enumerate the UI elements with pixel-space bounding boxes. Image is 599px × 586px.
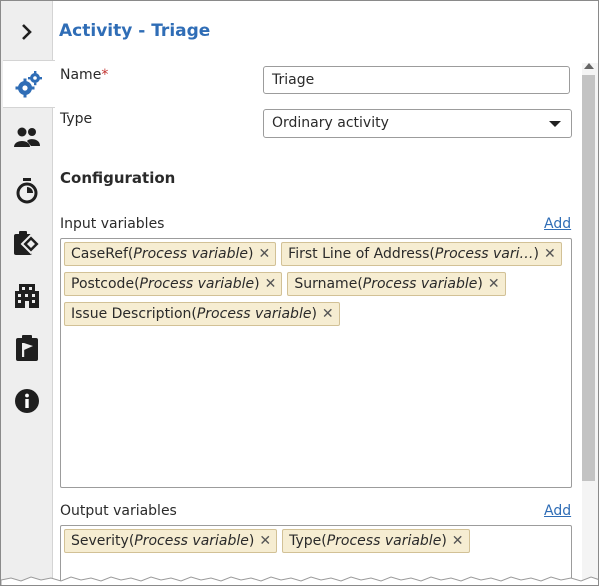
configuration-heading: Configuration <box>60 169 176 187</box>
variable-name: Issue Description <box>71 306 192 322</box>
torn-edge <box>1 576 598 585</box>
name-label: Name* <box>60 67 109 83</box>
input-variables-label: Input variables <box>60 216 165 232</box>
activity-panel: Activity - Triage Name* Triage Type Ordi… <box>0 0 599 586</box>
variable-kind: Process variable <box>196 306 312 322</box>
variable-chip[interactable]: Surname (Process variable) ✕ <box>287 272 506 296</box>
input-variable-chips: CaseRef (Process variable) ✕ First Line of… <box>64 242 571 332</box>
input-variables-box[interactable]: CaseRef (Process variable) ✕ First Line of… <box>60 238 572 488</box>
tab-milestones[interactable] <box>1 325 52 371</box>
variable-chip[interactable]: Severity (Process variable) ✕ <box>64 529 278 553</box>
building-icon <box>14 283 39 309</box>
people-icon <box>13 126 40 148</box>
remove-chip-icon[interactable]: ✕ <box>544 246 556 262</box>
variable-name: CaseRef <box>71 246 128 262</box>
variable-name: First Line of Address <box>288 246 430 262</box>
variable-chip[interactable]: First Line of Address (Process vari… ) ✕ <box>281 242 562 266</box>
variable-kind: Process variable <box>133 246 248 262</box>
variable-chip[interactable]: Issue Description (Process variable) ✕ <box>64 302 340 326</box>
caret-down-icon <box>549 121 561 127</box>
clipboard-diamond-icon <box>13 229 41 257</box>
remove-chip-icon[interactable]: ✕ <box>258 246 270 262</box>
tab-participants[interactable] <box>1 114 52 160</box>
name-input[interactable]: Triage <box>263 66 570 94</box>
variable-name: Surname <box>294 276 358 292</box>
properties-panel: Activity - Triage Name* Triage Type Ordi… <box>53 1 598 585</box>
variable-chip[interactable]: Postcode (Process variable) ✕ <box>64 272 283 296</box>
tab-forms[interactable] <box>1 220 52 266</box>
remove-chip-icon[interactable]: ✕ <box>452 533 464 549</box>
tab-general-properties[interactable] <box>3 60 55 108</box>
variable-name: Severity <box>71 533 129 549</box>
variable-kind: Process variable <box>326 533 442 549</box>
remove-chip-icon[interactable]: ✕ <box>265 276 277 292</box>
expand-button[interactable] <box>1 9 52 55</box>
variable-name: Postcode <box>71 276 135 292</box>
stopwatch-icon <box>15 178 39 204</box>
tab-information[interactable] <box>1 378 52 424</box>
tab-timer[interactable] <box>1 168 52 214</box>
tab-organization[interactable] <box>1 273 52 319</box>
add-output-variable-link[interactable]: Add <box>544 503 571 519</box>
variable-kind: Process variable <box>139 276 255 292</box>
scroll-up-icon[interactable] <box>584 63 594 69</box>
type-select[interactable]: Ordinary activity <box>263 109 572 138</box>
gears-icon <box>15 70 43 98</box>
variable-kind: Process variable <box>362 276 478 292</box>
scrollbar-thumb[interactable] <box>582 75 595 481</box>
remove-chip-icon[interactable]: ✕ <box>322 306 334 322</box>
type-label: Type <box>60 111 93 127</box>
info-icon <box>14 388 40 414</box>
output-variables-label: Output variables <box>60 503 177 519</box>
variable-kind: Process variable <box>134 533 249 549</box>
remove-chip-icon[interactable]: ✕ <box>488 276 500 292</box>
required-marker: * <box>101 67 109 83</box>
variable-name: Type <box>289 533 322 549</box>
variable-kind: Process vari… <box>434 246 534 262</box>
variable-chip[interactable]: Type (Process variable) ✕ <box>282 529 470 553</box>
output-variable-chips: Severity (Process variable) ✕ Type (Proces… <box>64 529 571 559</box>
chevron-right-icon <box>20 24 34 40</box>
type-select-value: Ordinary activity <box>272 115 389 131</box>
remove-chip-icon[interactable]: ✕ <box>259 533 271 549</box>
page-title: Activity - Triage <box>59 21 211 41</box>
variable-chip[interactable]: CaseRef (Process variable) ✕ <box>64 242 277 266</box>
side-rail <box>1 1 55 585</box>
add-input-variable-link[interactable]: Add <box>544 216 571 232</box>
clipboard-flag-icon <box>15 334 39 362</box>
